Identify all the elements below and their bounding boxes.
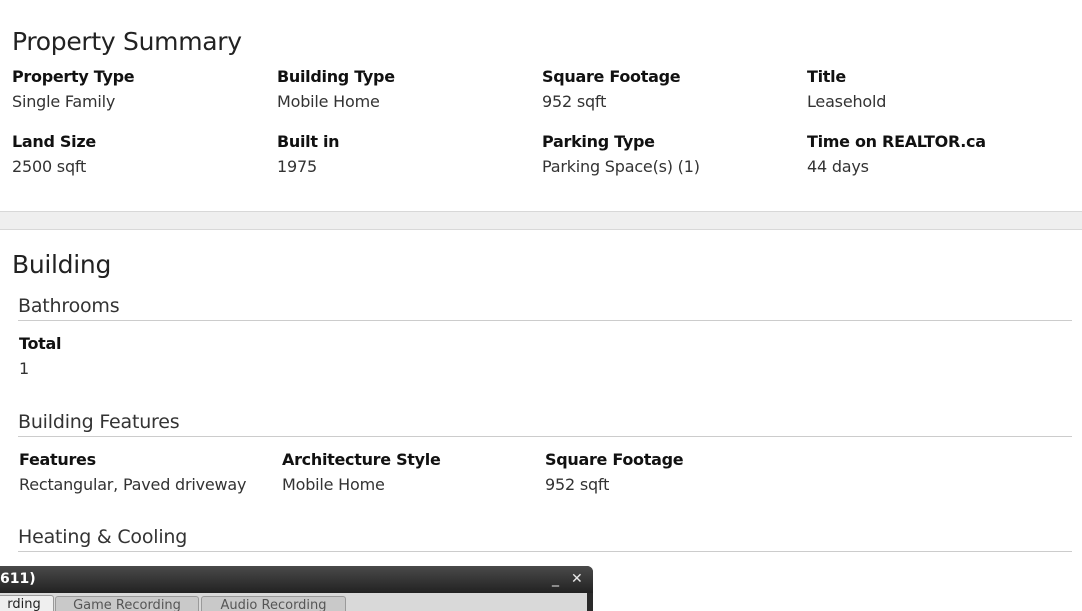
field-label: Time on REALTOR.ca (807, 132, 986, 151)
field-label: Building Type (277, 67, 395, 86)
building-square-footage-field: Square Footage 952 sqft (545, 449, 795, 496)
field-value: Single Family (12, 92, 116, 111)
title-field: Title Leasehold (807, 66, 1057, 113)
heating-cooling-heading: Heating & Cooling (18, 525, 1072, 552)
parking-type-field: Parking Type Parking Space(s) (1) (542, 131, 792, 178)
field-value: 952 sqft (545, 475, 610, 494)
field-value: Parking Space(s) (1) (542, 157, 700, 176)
field-label: Land Size (12, 132, 96, 151)
field-value: 44 days (807, 157, 869, 176)
building-title: Building (12, 250, 112, 279)
property-summary-section: Property Summary Property Type Single Fa… (0, 0, 1082, 211)
minimize-icon[interactable]: _ (552, 570, 559, 588)
window-tab-bar: rding Game Recording Audio Recording (0, 593, 587, 611)
land-size-field: Land Size 2500 sqft (12, 131, 262, 178)
tab-audio-recording[interactable]: Audio Recording (201, 596, 346, 611)
bathrooms-total-field: Total 1 (19, 333, 269, 380)
field-value: 952 sqft (542, 92, 607, 111)
built-in-field: Built in 1975 (277, 131, 527, 178)
bathrooms-heading: Bathrooms (18, 294, 1072, 321)
field-value: Mobile Home (277, 92, 380, 111)
tab-game-recording[interactable]: Game Recording (55, 596, 199, 611)
building-features-heading: Building Features (18, 410, 1072, 437)
window-title: 611) (0, 571, 36, 587)
field-label: Built in (277, 132, 340, 151)
features-field: Features Rectangular, Paved driveway (19, 449, 269, 496)
field-label: Square Footage (545, 450, 684, 469)
property-summary-title: Property Summary (12, 27, 242, 56)
section-divider (0, 211, 1082, 230)
tab-recording[interactable]: rding (0, 595, 54, 611)
field-label: Square Footage (542, 67, 681, 86)
recording-app-window[interactable]: 611) _ ✕ rding Game Recording Audio Reco… (0, 566, 593, 611)
window-titlebar[interactable]: 611) _ ✕ (0, 566, 593, 593)
field-value: 1975 (277, 157, 317, 176)
close-icon[interactable]: ✕ (571, 570, 583, 588)
field-label: Architecture Style (282, 450, 441, 469)
field-value: Rectangular, Paved driveway (19, 475, 247, 494)
field-value: Mobile Home (282, 475, 385, 494)
field-label: Total (19, 334, 62, 353)
architecture-style-field: Architecture Style Mobile Home (282, 449, 532, 496)
field-value: Leasehold (807, 92, 887, 111)
time-on-realtor-field: Time on REALTOR.ca 44 days (807, 131, 1057, 178)
building-type-field: Building Type Mobile Home (277, 66, 527, 113)
field-value: 2500 sqft (12, 157, 87, 176)
field-label: Property Type (12, 67, 135, 86)
field-value: 1 (19, 359, 29, 378)
field-label: Parking Type (542, 132, 655, 151)
property-type-field: Property Type Single Family (12, 66, 262, 113)
field-label: Features (19, 450, 96, 469)
square-footage-field: Square Footage 952 sqft (542, 66, 792, 113)
field-label: Title (807, 67, 846, 86)
